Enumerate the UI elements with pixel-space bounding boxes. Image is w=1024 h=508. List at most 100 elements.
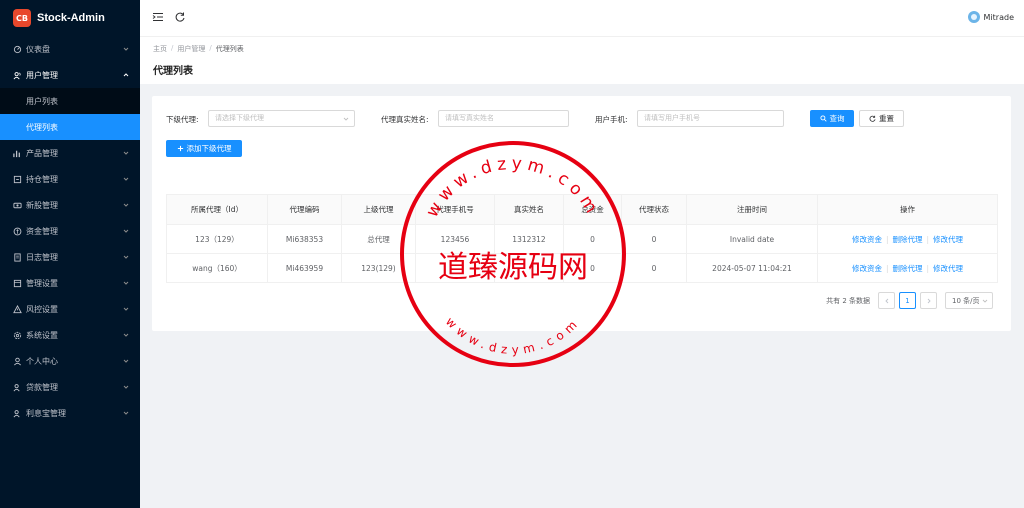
phone-placeholder: 请填写用户手机号	[644, 114, 700, 122]
edit-funds-link[interactable]: 修改资金	[852, 235, 882, 244]
settings-icon	[13, 331, 22, 340]
column-header: 代理状态	[621, 194, 687, 225]
chevron-down-icon	[123, 281, 129, 285]
column-header: 注册时间	[686, 194, 818, 225]
sidebar-item-positions[interactable]: 持仓管理	[0, 166, 140, 192]
interest-icon	[13, 409, 22, 418]
action-separator: |	[885, 234, 889, 244]
chevron-right-icon	[927, 298, 931, 303]
sidebar-item-logs[interactable]: 日志管理	[0, 244, 140, 270]
search-button[interactable]: 查询	[810, 110, 854, 127]
parent-agent-select[interactable]: 请选择下级代理	[208, 110, 355, 127]
agent-table: 所属代理（Id） 代理编码 上级代理 代理手机号 真实姓名 总资金 代理状态 注…	[166, 194, 998, 283]
page-size-select[interactable]: 10 条/页	[945, 292, 993, 309]
column-header: 真实姓名	[494, 194, 564, 225]
reset-button-label: 重置	[879, 114, 894, 123]
table-cell: 2024-05-07 11:04:21	[686, 253, 818, 283]
log-icon	[13, 252, 22, 262]
sidebar-item-interest[interactable]: 利息宝管理	[0, 400, 140, 426]
menu-fold-icon[interactable]	[152, 11, 164, 23]
column-header: 代理手机号	[415, 194, 495, 225]
delete-agent-link[interactable]: 删除代理	[893, 235, 923, 244]
sidebar-item-label: 用户管理	[26, 70, 58, 80]
column-header: 代理编码	[267, 194, 342, 225]
breadcrumb-separator: /	[209, 44, 212, 52]
table-cell: 123(129)	[341, 253, 416, 283]
sidebar-item-users[interactable]: 用户管理	[0, 62, 140, 88]
chevron-down-icon	[123, 203, 129, 207]
money-icon	[13, 227, 22, 236]
table-cell: 0	[621, 224, 687, 254]
table-cell: 123456	[415, 224, 495, 254]
table-cell: Invalid date	[686, 224, 818, 254]
sidebar-item-ipo[interactable]: 新股管理	[0, 192, 140, 218]
parent-agent-label: 下级代理:	[166, 115, 199, 124]
table-cell: wang（160）	[166, 253, 268, 283]
table-cell	[494, 253, 564, 283]
next-page-button[interactable]	[920, 292, 937, 309]
table-cell	[415, 253, 495, 283]
phone-input[interactable]: 请填写用户手机号	[637, 110, 784, 127]
breadcrumb: 主页 / 用户管理 / 代理列表	[153, 44, 244, 54]
chevron-down-icon	[123, 333, 129, 337]
prev-page-button[interactable]	[878, 292, 895, 309]
chevron-down-icon	[123, 385, 129, 389]
table-header-row: 所属代理（Id） 代理编码 上级代理 代理手机号 真实姓名 总资金 代理状态 注…	[166, 194, 998, 225]
product-icon	[13, 149, 22, 158]
refresh-icon[interactable]	[174, 11, 186, 23]
chevron-down-icon	[982, 299, 988, 303]
breadcrumb-current: 代理列表	[215, 45, 244, 53]
sidebar-item-products[interactable]: 产品管理	[0, 140, 140, 166]
table-cell: 123（129）	[166, 224, 268, 254]
users-icon	[13, 71, 22, 80]
chevron-down-icon	[123, 359, 129, 363]
chevron-down-icon	[123, 151, 129, 155]
sidebar-item-loans[interactable]: 贷款管理	[0, 374, 140, 400]
sidebar: CB Stock-Admin 仪表盘 用户管理 用户列表 代理列表 产品管理 持…	[0, 0, 140, 508]
user-name: Mitrade	[983, 12, 1014, 22]
delete-agent-link[interactable]: 删除代理	[893, 264, 923, 273]
column-header: 上级代理	[341, 194, 416, 225]
sidebar-item-label: 贷款管理	[26, 382, 58, 392]
position-icon	[13, 175, 22, 184]
sidebar-item-risk[interactable]: 风控设置	[0, 296, 140, 322]
dashboard-icon	[13, 45, 22, 54]
pagination: 共有 2 条数据 1 10 条/页	[826, 292, 993, 309]
admin-settings-icon	[13, 279, 22, 288]
sidebar-item-label: 利息宝管理	[26, 408, 66, 418]
loan-icon	[13, 383, 22, 392]
edit-agent-link[interactable]: 修改代理	[933, 264, 963, 273]
phone-label: 用户手机:	[595, 115, 628, 124]
plus-icon	[177, 145, 183, 152]
sidebar-item-admin-settings[interactable]: 管理设置	[0, 270, 140, 296]
add-agent-button-label: 添加下级代理	[186, 144, 232, 153]
edit-funds-link[interactable]: 修改资金	[852, 264, 882, 273]
table-cell: Mi463959	[267, 253, 342, 283]
real-name-placeholder: 请填写真实姓名	[445, 114, 494, 122]
page-number-button[interactable]: 1	[899, 292, 916, 309]
chevron-down-icon	[123, 307, 129, 311]
table-row: 123（129） Mi638353 总代理 123456 1312312 0 0…	[166, 224, 998, 254]
sidebar-subitem-agent-list[interactable]: 代理列表	[0, 114, 140, 140]
page-header: 主页 / 用户管理 / 代理列表 代理列表	[140, 36, 1024, 84]
table-cell: 0	[563, 224, 622, 254]
sidebar-item-label: 系统设置	[26, 330, 58, 340]
user-menu[interactable]: Mitrade	[967, 11, 1014, 23]
breadcrumb-home[interactable]: 主页	[153, 44, 167, 54]
sidebar-item-dashboard[interactable]: 仪表盘	[0, 36, 140, 62]
sidebar-item-funds[interactable]: 资金管理	[0, 218, 140, 244]
action-separator: |	[885, 263, 889, 273]
sidebar-item-system-settings[interactable]: 系统设置	[0, 322, 140, 348]
real-name-input[interactable]: 请填写真实姓名	[438, 110, 569, 127]
sidebar-item-profile[interactable]: 个人中心	[0, 348, 140, 374]
edit-agent-link[interactable]: 修改代理	[933, 235, 963, 244]
reset-button[interactable]: 重置	[859, 110, 904, 127]
add-agent-button[interactable]: 添加下级代理	[166, 140, 242, 157]
table-cell: 0	[563, 253, 622, 283]
page-size-value: 10 条/页	[952, 296, 980, 305]
sidebar-item-label: 管理设置	[26, 278, 58, 288]
breadcrumb-section[interactable]: 用户管理	[177, 44, 205, 54]
brand[interactable]: CB Stock-Admin	[0, 0, 140, 36]
sidebar-subitem-user-list[interactable]: 用户列表	[0, 88, 140, 114]
table-cell: 总代理	[341, 224, 416, 254]
